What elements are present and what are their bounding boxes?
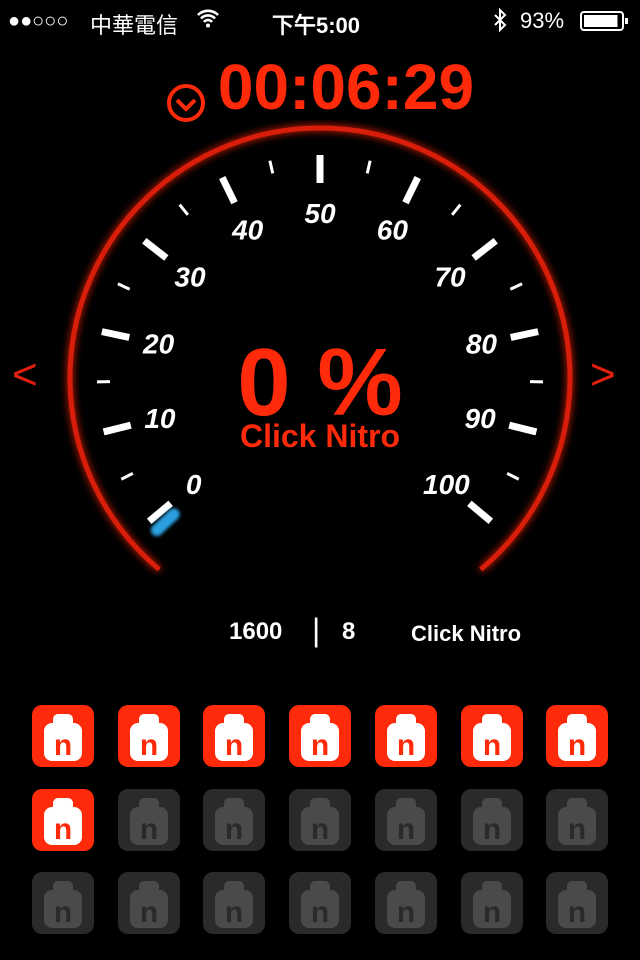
gauge-label: 40 — [231, 215, 264, 246]
nitro-letter: n — [54, 896, 72, 929]
nitro-bottle-icon[interactable]: n — [117, 788, 180, 851]
nitro-letter: n — [54, 813, 72, 846]
nitro-bottle-icon[interactable]: n — [203, 872, 266, 934]
status-bar: ●●○○○ 中華電信 下午5:00 93% — [0, 0, 640, 40]
nitro-letter: n — [140, 729, 158, 762]
nitro-bottle-icon[interactable]: n — [289, 788, 352, 851]
nitro-bottle-icon[interactable]: n — [289, 872, 352, 934]
elapsed-timer: 00:06:29 — [0, 51, 640, 123]
nitro-letter: n — [397, 896, 415, 929]
bluetooth-icon — [492, 7, 508, 38]
click-nitro-button[interactable]: Click Nitro — [411, 621, 521, 647]
nitro-letter: n — [397, 729, 415, 762]
carrier-name: 中華電信 — [90, 13, 179, 38]
nitro-bottle-icon[interactable]: n — [32, 788, 94, 851]
nitro-letter: n — [140, 896, 158, 929]
gauge-label: 0 — [186, 469, 202, 500]
minor-tick — [506, 472, 520, 481]
nitro-bottle-icon[interactable]: n — [32, 872, 94, 934]
nitro-bottle-icon[interactable]: n — [117, 705, 180, 767]
nitro-bottle-icon[interactable]: n — [289, 705, 352, 767]
clock-time: 下午5:00 — [272, 13, 361, 38]
wifi-icon — [196, 8, 220, 34]
gauge-label: 60 — [377, 215, 409, 246]
nitro-count: 8 — [342, 618, 356, 645]
minor-tick — [120, 472, 134, 481]
nitro-bottle-icon[interactable]: n — [546, 705, 609, 767]
nitro-bottle-icon[interactable]: n — [203, 705, 266, 767]
major-tick — [471, 237, 498, 261]
nitro-bottle-icon[interactable]: n — [460, 872, 523, 934]
nitro-bottle-icon[interactable]: n — [117, 872, 180, 934]
battery-icon — [580, 10, 630, 38]
nitro-bottle-icon[interactable]: n — [460, 705, 523, 767]
nitro-bottle-icon[interactable]: n — [32, 705, 94, 767]
nitro-bottle-icon[interactable]: n — [546, 788, 609, 851]
click-nitro-label[interactable]: Click Nitro — [0, 418, 640, 455]
signal-strength: ●●○○○ — [8, 10, 69, 32]
minor-tick — [450, 203, 462, 216]
stats-separator: | — [312, 612, 321, 648]
gauge-label: 70 — [434, 261, 466, 292]
nitro-letter: n — [311, 813, 329, 846]
nitro-letter: n — [482, 896, 500, 929]
minor-tick — [178, 203, 190, 216]
nitro-bottle-icon[interactable]: n — [203, 788, 266, 851]
minor-tick — [365, 160, 372, 174]
major-tick — [402, 176, 421, 205]
nitro-bottle-icon[interactable]: n — [374, 788, 437, 851]
score-value: 1600 — [229, 618, 283, 645]
nitro-letter: n — [397, 813, 415, 846]
clock-icon — [166, 66, 206, 123]
nitro-letter: n — [311, 896, 329, 929]
major-tick — [467, 500, 494, 525]
nitro-letter: n — [568, 896, 586, 929]
major-tick — [142, 237, 169, 261]
nitro-bottle-icon[interactable]: n — [374, 705, 437, 767]
nitro-letter: n — [225, 813, 243, 846]
nitro-letter: n — [482, 729, 500, 762]
nitro-bottle-icon[interactable]: n — [460, 788, 523, 851]
nitro-letter: n — [225, 729, 243, 762]
gauge-label: 100 — [423, 469, 470, 500]
timer-value: 00:06:29 — [217, 51, 475, 123]
nitro-letter: n — [568, 813, 586, 846]
nitro-letter: n — [140, 813, 158, 846]
minor-tick — [509, 282, 523, 291]
gauge-label: 50 — [304, 198, 336, 229]
major-tick — [219, 176, 238, 205]
nitro-letter: n — [568, 729, 586, 762]
nitro-letter: n — [54, 729, 72, 762]
minor-tick — [268, 160, 275, 174]
nitro-bottle-icon[interactable]: n — [374, 872, 437, 934]
minor-tick — [117, 282, 131, 291]
nitro-letter: n — [482, 813, 500, 846]
percent-readout: 0 % — [237, 329, 403, 436]
nitro-letter: n — [225, 896, 243, 929]
gauge-label: 30 — [174, 261, 206, 292]
battery-percent: 93% — [520, 8, 565, 33]
nitro-bottle-icon[interactable]: n — [546, 872, 609, 934]
nitro-letter: n — [311, 729, 329, 762]
